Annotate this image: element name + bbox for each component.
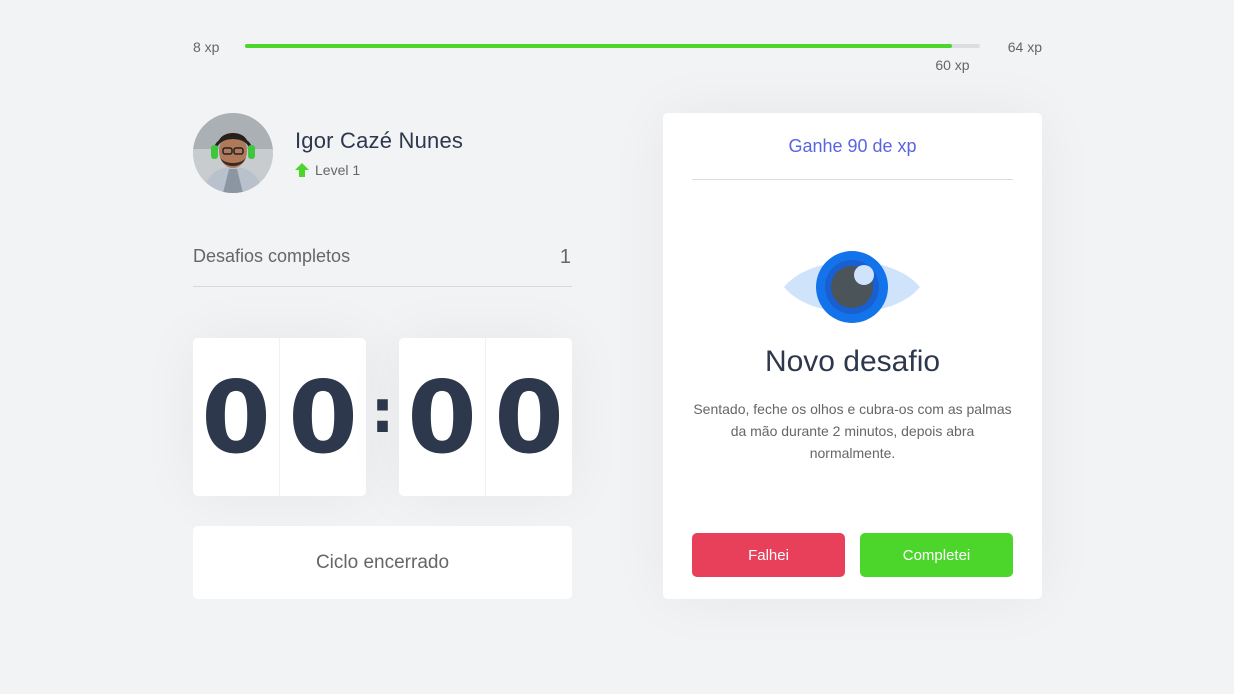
challenge-card: Ganhe 90 de xp Novo desafio Sentado, fec… <box>663 113 1042 599</box>
completed-challenges-count: 1 <box>559 246 571 268</box>
experience-bar: 8 xp 60 xp 64 xp <box>193 35 1042 75</box>
cycle-ended-button[interactable]: Ciclo encerrado <box>193 526 572 599</box>
minute-digit-tens: 0 <box>193 338 280 496</box>
minute-digit-ones: 0 <box>288 358 358 476</box>
completed-challenges-label: Desafios completos <box>193 246 351 266</box>
level-label: Level 1 <box>315 162 361 178</box>
eye-icon <box>784 251 920 323</box>
challenge-description: Sentado, feche os olhos e cubra-os com a… <box>693 401 1012 461</box>
xp-max-label: 64 xp <box>1007 39 1042 55</box>
challenge-actions: Falhei Completei <box>692 533 1013 577</box>
profile-name: Igor Cazé Nunes <box>295 128 464 153</box>
countdown-seconds: 0 0 <box>399 338 572 496</box>
profile-info: Igor Cazé Nunes Level 1 <box>295 128 463 178</box>
second-digit-ones: 0 <box>494 358 564 476</box>
profile: Igor Cazé Nunes Level 1 <box>193 113 463 193</box>
xp-progress-track <box>245 44 980 48</box>
avatar <box>193 113 273 193</box>
second-digit-tens: 0 <box>399 338 486 496</box>
profile-level: Level 1 <box>295 162 463 178</box>
challenge-title: Novo desafio <box>764 345 941 378</box>
completed-challenges: Desafios completos 1 <box>193 246 572 287</box>
xp-current-label: 60 xp <box>935 57 970 73</box>
xp-min-label: 8 xp <box>193 39 220 55</box>
countdown-minutes: 0 0 <box>193 338 366 496</box>
challenge-reward: Ganhe 90 de xp <box>692 113 1013 180</box>
failed-button[interactable]: Falhei <box>692 533 845 577</box>
countdown: 0 0 : 0 0 <box>193 338 572 496</box>
countdown-separator: : <box>370 377 395 447</box>
xp-progress-fill <box>245 44 953 48</box>
arrow-up-icon <box>295 163 309 177</box>
completed-button[interactable]: Completei <box>860 533 1013 577</box>
